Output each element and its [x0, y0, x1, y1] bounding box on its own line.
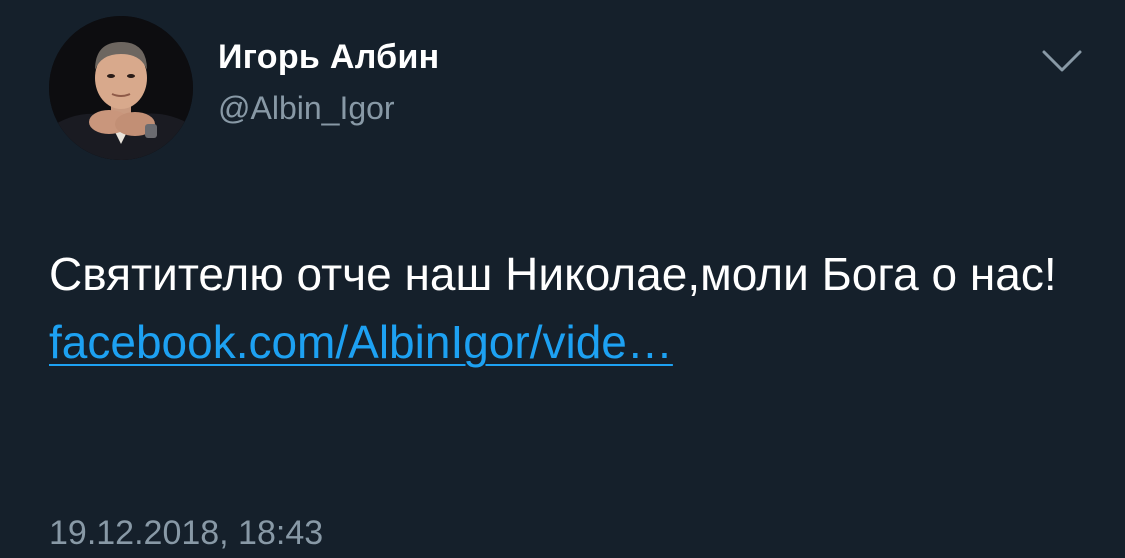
tweet-link[interactable]: facebook.com/AlbinIgor/vide… — [49, 316, 673, 368]
author-handle[interactable]: @Albin_Igor — [218, 90, 395, 127]
tweet-body: Святителю отче наш Николае,моли Бога о н… — [49, 248, 1057, 300]
author-display-name[interactable]: Игорь Албин — [218, 38, 439, 77]
tweet-card: Игорь Албин @Albin_Igor Святителю отче н… — [0, 0, 1125, 558]
profile-photo — [49, 16, 193, 160]
tweet-timestamp[interactable]: 19.12.2018, 18:43 — [49, 514, 323, 553]
chevron-down-icon[interactable] — [1040, 46, 1084, 76]
tweet-text: Святителю отче наш Николае,моли Бога о н… — [49, 240, 1089, 376]
avatar[interactable] — [49, 16, 193, 160]
